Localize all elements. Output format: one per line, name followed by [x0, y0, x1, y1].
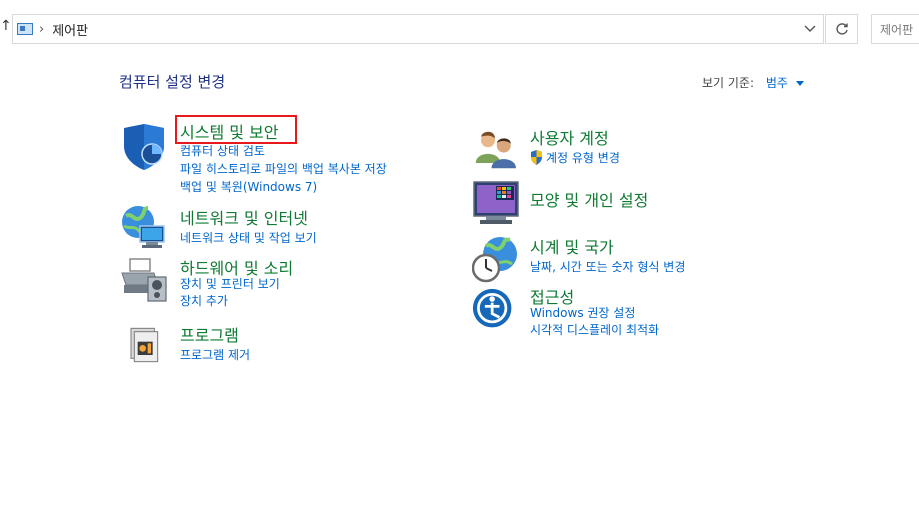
address-bar[interactable]: › 제어판: [12, 14, 824, 44]
display-icon[interactable]: [472, 178, 520, 226]
uac-shield-icon: [531, 150, 542, 165]
shield-icon[interactable]: [120, 122, 168, 170]
refresh-button[interactable]: [825, 14, 858, 44]
caret-down-icon[interactable]: [795, 81, 804, 86]
category-title-programs[interactable]: 프로그램: [180, 322, 239, 346]
link-view-devices-printers[interactable]: 장치 및 프린터 보기: [180, 275, 280, 292]
link-optimize-visual-display[interactable]: 시각적 디스플레이 최적화: [530, 321, 659, 338]
link-add-device[interactable]: 장치 추가: [180, 292, 228, 309]
link-backup-restore[interactable]: 백업 및 복원(Windows 7): [180, 178, 317, 195]
link-view-network-status[interactable]: 네트워크 상태 및 작업 보기: [180, 229, 317, 246]
link-file-history-backup[interactable]: 파일 히스토리로 파일의 백업 복사본 저장: [180, 160, 387, 177]
link-change-date-time-number-formats[interactable]: 날짜, 시간 또는 숫자 형식 변경: [530, 258, 685, 275]
programs-icon[interactable]: [126, 322, 166, 368]
link-windows-recommended-settings[interactable]: Windows 권장 설정: [530, 304, 635, 321]
address-bar-area: ↑ › 제어판 제어판: [0, 0, 919, 58]
category-title-network-internet[interactable]: 네트워크 및 인터넷: [180, 205, 308, 229]
up-arrow-icon[interactable]: ↑: [0, 18, 12, 34]
link-uninstall-program[interactable]: 프로그램 제거: [180, 346, 250, 363]
page-title: 컴퓨터 설정 변경: [119, 73, 226, 91]
link-review-computer-status[interactable]: 컴퓨터 상태 검토: [180, 142, 265, 159]
clock-globe-icon[interactable]: [472, 236, 520, 284]
view-by-label: 보기 기준:: [702, 76, 755, 90]
search-input[interactable]: 제어판: [871, 14, 919, 44]
category-title-user-accounts[interactable]: 사용자 계정: [530, 125, 609, 149]
users-icon[interactable]: [472, 128, 518, 170]
control-panel-icon: [17, 23, 33, 35]
printer-icon[interactable]: [120, 255, 168, 303]
view-by-dropdown[interactable]: 범주: [766, 76, 788, 90]
chevron-down-icon: [804, 25, 816, 32]
accessibility-icon[interactable]: [472, 288, 516, 332]
link-change-account-type[interactable]: 계정 유형 변경: [546, 149, 620, 166]
network-icon[interactable]: [120, 204, 168, 252]
category-title-appearance[interactable]: 모양 및 개인 설정: [530, 187, 648, 211]
refresh-icon: [835, 23, 848, 35]
view-by: 보기 기준: 범주: [702, 74, 804, 91]
highlight-box: [175, 115, 297, 144]
category-title-clock-region[interactable]: 시계 및 국가: [530, 234, 614, 258]
address-dropdown-button[interactable]: [796, 14, 824, 44]
breadcrumb-control-panel[interactable]: 제어판: [52, 20, 88, 39]
breadcrumb-chevron-icon[interactable]: ›: [39, 22, 44, 37]
